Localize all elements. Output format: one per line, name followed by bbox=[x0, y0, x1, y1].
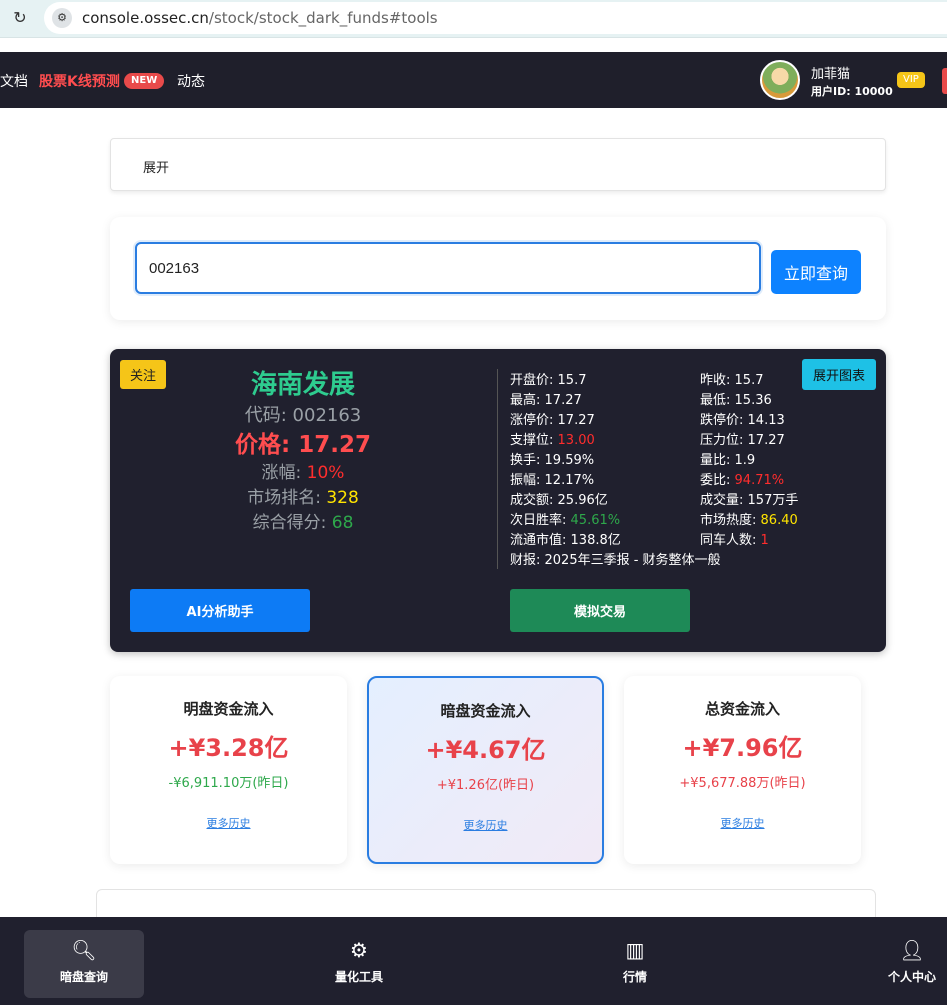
metric-peers: 同车人数: 1 bbox=[700, 533, 769, 548]
gear-icon: ⚙ bbox=[350, 938, 368, 962]
metric-support: 支撑位: 13.00 bbox=[510, 433, 595, 448]
tab-market[interactable]: ▥ 行情 bbox=[575, 930, 695, 998]
stock-change: 涨幅: 10% bbox=[261, 463, 345, 483]
metric-turnover-amount: 成交额: 25.96亿 bbox=[510, 493, 608, 508]
tab-label: 个人中心 bbox=[887, 970, 936, 984]
search-icon: 🔍︎ bbox=[71, 938, 97, 962]
user-id: 用户ID: 10000 bbox=[811, 85, 893, 98]
stock-code-input[interactable] bbox=[135, 242, 761, 294]
metric-resistance: 压力位: 17.27 bbox=[700, 433, 785, 448]
expand-panel[interactable]: 展开 bbox=[110, 138, 886, 191]
metric-report: 财报: 2025年三季报 - 财务整体一般 bbox=[510, 553, 721, 568]
flow-yesterday: +¥1.26亿(昨日) bbox=[436, 778, 535, 793]
tab-label: 量化工具 bbox=[334, 970, 383, 984]
metric-float-cap: 流通市值: 138.8亿 bbox=[510, 533, 621, 548]
flow-card-dark[interactable]: 暗盘资金流入 +¥4.67亿 +¥1.26亿(昨日) 更多历史 bbox=[367, 676, 604, 864]
user-icon: 👤︎ bbox=[899, 938, 925, 962]
ai-assistant-button[interactable]: AI分析助手 bbox=[130, 589, 310, 632]
url-domain: console.ossec.cn bbox=[82, 9, 209, 27]
flow-amount: +¥4.67亿 bbox=[425, 736, 546, 764]
metric-win-rate: 次日胜率: 45.61% bbox=[510, 513, 621, 528]
url-path: /stock/stock_dark_funds#tools bbox=[208, 9, 438, 27]
flow-yesterday: +¥5,677.88万(昨日) bbox=[679, 776, 806, 791]
metric-volume-ratio: 量比: 1.9 bbox=[700, 453, 756, 468]
metric-limit-up: 涨停价: 17.27 bbox=[510, 413, 595, 428]
metric-volume: 成交量: 157万手 bbox=[700, 493, 799, 508]
more-history-link[interactable]: 更多历史 bbox=[624, 815, 861, 831]
expand-chart-button[interactable]: 展开图表 bbox=[802, 359, 876, 390]
url-text: console.ossec.cn/stock/stock_dark_funds#… bbox=[82, 9, 438, 27]
url-field[interactable]: ⚙ console.ossec.cn/stock/stock_dark_fund… bbox=[44, 2, 947, 34]
top-navigation: 文档 股票K线预测 NEW 动态 加菲猫 用户ID: 10000 VIP bbox=[0, 52, 947, 108]
nav-kline-link[interactable]: 股票K线预测 bbox=[39, 71, 120, 91]
stock-price: 价格: 17.27 bbox=[235, 432, 371, 458]
more-history-link[interactable]: 更多历史 bbox=[369, 817, 602, 833]
flow-card-visible[interactable]: 明盘资金流入 +¥3.28亿 -¥6,911.10万(昨日) 更多历史 bbox=[110, 676, 347, 864]
nav-docs-link[interactable]: 文档 bbox=[0, 71, 28, 91]
search-card: 立即查询 bbox=[110, 217, 886, 320]
metric-limit-down: 跌停价: 14.13 bbox=[700, 413, 785, 428]
metric-turnover: 换手: 19.59% bbox=[510, 453, 595, 468]
bottom-tab-bar: 🔍︎ 暗盘查询 ⚙ 量化工具 ▥ 行情 👤︎ 个人中心 bbox=[0, 917, 947, 1005]
stock-score: 综合得分: 68 bbox=[252, 513, 354, 533]
flow-title: 暗盘资金流入 bbox=[440, 702, 531, 720]
metric-high: 最高: 17.27 bbox=[510, 393, 582, 408]
stock-summary: 海南发展 代码: 002163 价格: 17.27 涨幅: 10% 市场排名: … bbox=[110, 367, 496, 536]
flow-amount: +¥7.96亿 bbox=[682, 734, 803, 762]
vip-badge: VIP bbox=[897, 72, 925, 88]
stock-rank: 市场排名: 328 bbox=[247, 488, 359, 508]
stock-name: 海南发展 bbox=[250, 370, 355, 400]
tab-dark-query[interactable]: 🔍︎ 暗盘查询 bbox=[24, 930, 144, 998]
new-badge: NEW bbox=[124, 73, 165, 89]
flow-yesterday: -¥6,911.10万(昨日) bbox=[168, 776, 289, 791]
reload-icon[interactable]: ↻ bbox=[10, 8, 30, 28]
user-name: 加菲猫 bbox=[811, 67, 851, 82]
metric-prev-close: 昨收: 15.7 bbox=[700, 373, 764, 388]
stock-info-card: 关注 展开图表 海南发展 代码: 002163 价格: 17.27 涨幅: 10… bbox=[110, 349, 886, 652]
metric-order-ratio: 委比: 94.71% bbox=[700, 473, 785, 488]
browser-address-bar: ↻ ⚙ console.ossec.cn/stock/stock_dark_fu… bbox=[0, 0, 947, 38]
expand-label[interactable]: 展开 bbox=[143, 157, 169, 176]
more-history-link[interactable]: 更多历史 bbox=[110, 815, 347, 831]
simulated-trade-button[interactable]: 模拟交易 bbox=[510, 589, 690, 632]
metric-amplitude: 振幅: 12.17% bbox=[510, 473, 595, 488]
stock-code: 代码: 002163 bbox=[244, 405, 362, 426]
nav-edge-button[interactable] bbox=[942, 68, 947, 94]
flow-title: 总资金流入 bbox=[704, 700, 780, 718]
metric-heat: 市场热度: 86.40 bbox=[700, 513, 798, 528]
site-settings-icon[interactable]: ⚙ bbox=[52, 8, 72, 28]
flow-card-total[interactable]: 总资金流入 +¥7.96亿 +¥5,677.88万(昨日) 更多历史 bbox=[624, 676, 861, 864]
tab-quant-tools[interactable]: ⚙ 量化工具 bbox=[299, 930, 419, 998]
avatar[interactable] bbox=[760, 60, 800, 100]
metric-low: 最低: 15.36 bbox=[700, 393, 772, 408]
metric-open: 开盘价: 15.7 bbox=[510, 373, 587, 388]
flow-amount: +¥3.28亿 bbox=[168, 734, 289, 762]
flow-title: 明盘资金流入 bbox=[183, 700, 274, 718]
query-button[interactable]: 立即查询 bbox=[771, 250, 861, 294]
tab-label: 暗盘查询 bbox=[59, 970, 108, 984]
tab-profile[interactable]: 👤︎ 个人中心 bbox=[852, 930, 947, 998]
divider bbox=[497, 369, 498, 569]
nav-dynamics-link[interactable]: 动态 bbox=[177, 71, 205, 91]
chart-icon: ▥ bbox=[625, 938, 645, 962]
tab-label: 行情 bbox=[622, 970, 647, 984]
